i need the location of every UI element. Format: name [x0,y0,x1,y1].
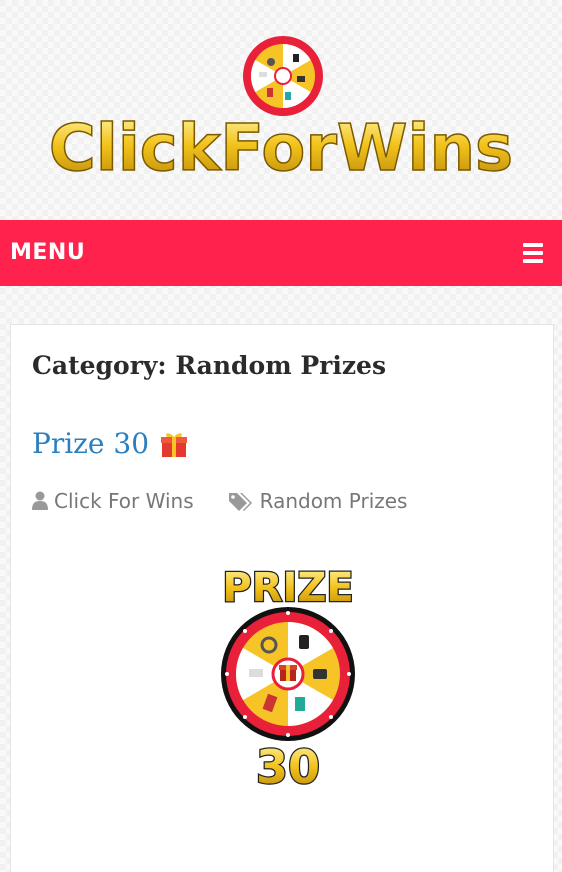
main-menu-bar[interactable]: MENU [0,220,562,286]
logo-wheel-icon [243,36,323,116]
logo-wordmark-graphic: ClickForWins [48,111,514,186]
post-title-link[interactable]: Prize 30 [32,427,189,460]
logo-wordmark[interactable]: ClickForWins [0,108,562,188]
gift-icon [161,432,188,457]
page-title: Category: Random Prizes [32,351,387,380]
prize-wheel-icon [221,607,355,741]
menu-label[interactable]: MENU [10,220,85,286]
category-link[interactable]: Random Prizes [260,489,408,513]
prize-number-text: 30 [256,740,320,791]
prize-word-graphic: PRIZE [221,564,355,609]
post-title-text[interactable]: Prize 30 [32,427,149,460]
content-card: Category: Random Prizes Prize 30 Click F… [10,324,554,872]
prize-word-text: PRIZE [222,565,353,609]
post-meta: Click For Wins Random Prizes [32,487,407,515]
logo-wordmark-text: ClickForWins [49,112,513,186]
featured-image[interactable]: PRIZE 30 [203,561,373,791]
user-icon [32,491,48,510]
post-category: Random Prizes [228,489,408,513]
prize-number-graphic: 30 [255,739,322,791]
site-header: ClickForWins [0,0,562,220]
author-link[interactable]: Click For Wins [54,489,194,513]
post-author: Click For Wins [32,489,194,513]
tags-icon [228,493,252,511]
hamburger-icon[interactable] [516,239,550,267]
